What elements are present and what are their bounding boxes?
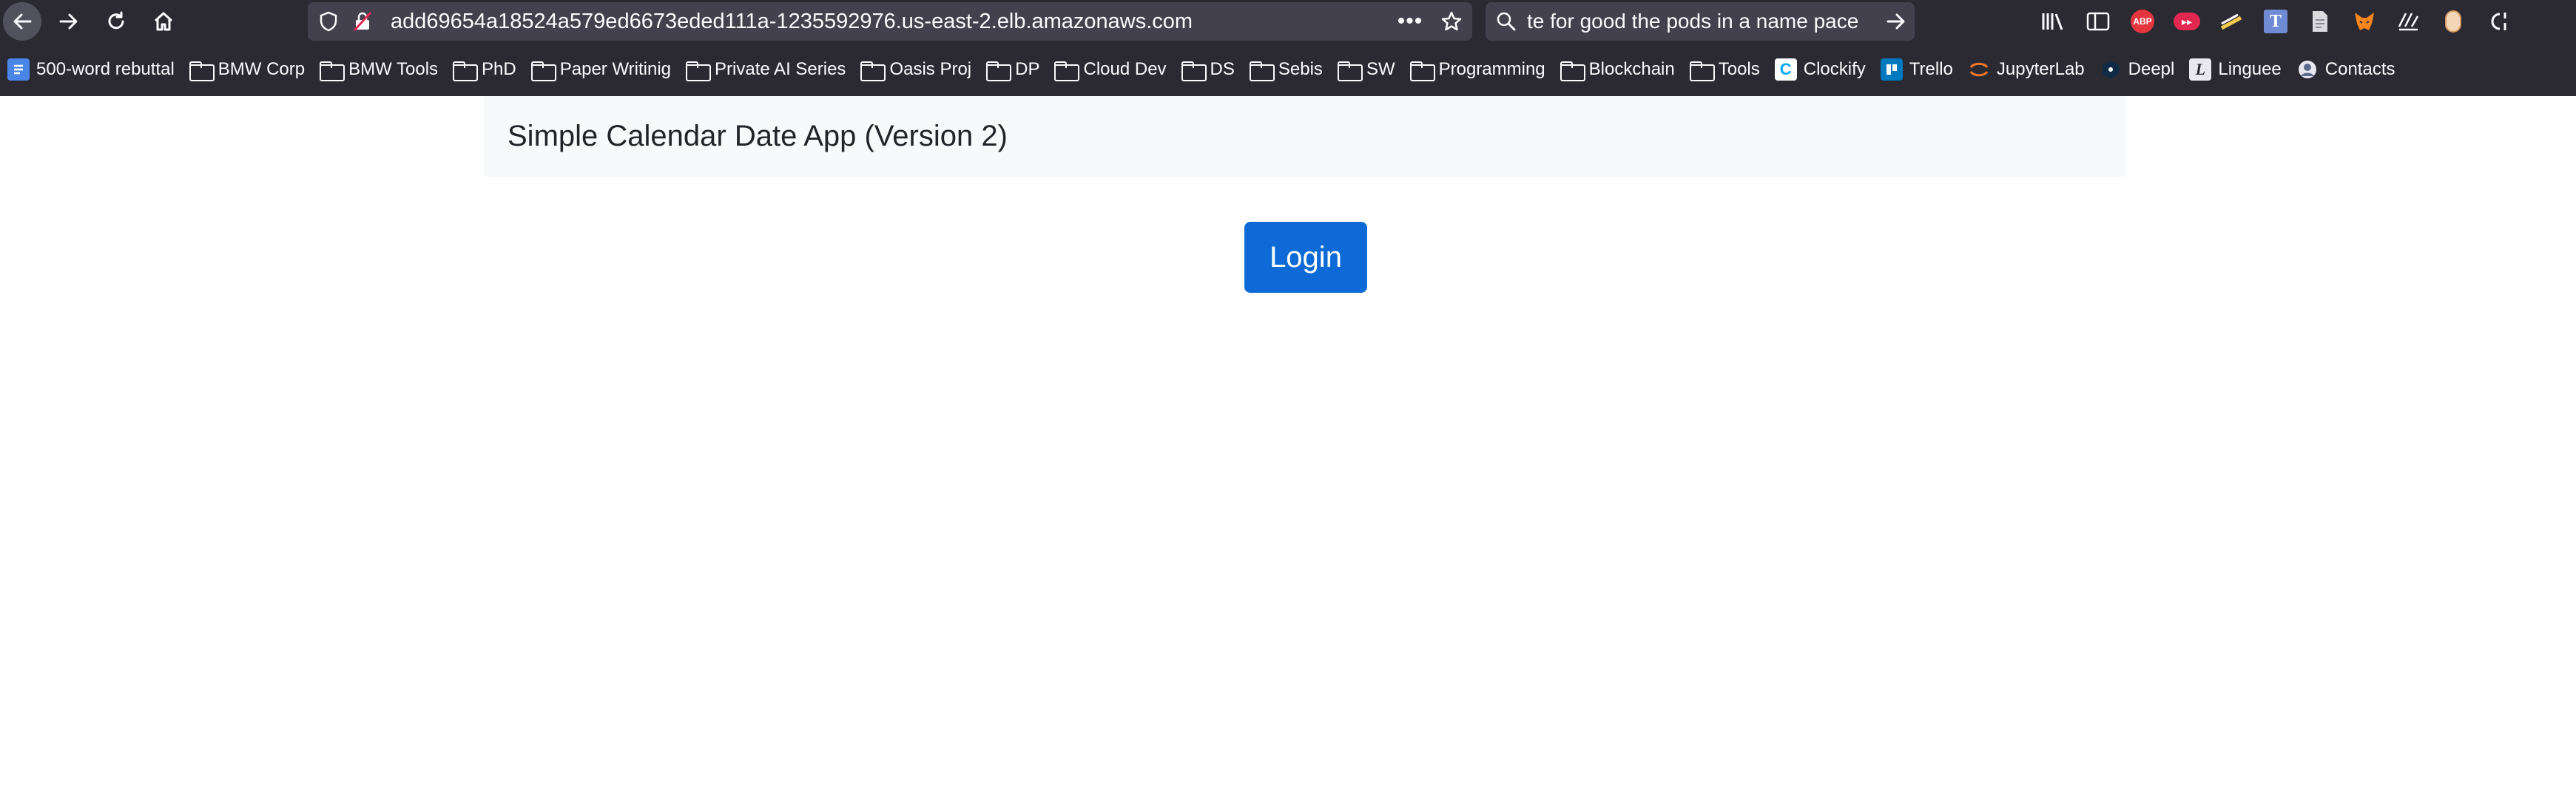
bookmarks-toolbar: 500-word rebuttal BMW Corp BMW Tools PhD… [0, 43, 2576, 96]
search-input[interactable]: te for good the pods in a name pace [1527, 10, 1878, 33]
folder-icon [1689, 61, 1715, 81]
bookmark-folder-paper-writing[interactable]: Paper Writinig [530, 59, 672, 81]
arrow-left-icon [13, 13, 32, 30]
bookmark-folder-bmw-tools[interactable]: BMW Tools [320, 59, 439, 81]
translate-icon[interactable]: T [2258, 4, 2293, 39]
bookmark-folder-sebis[interactable]: Sebis [1249, 59, 1323, 81]
insecure-lock-icon[interactable] [349, 11, 376, 32]
bookmark-label: Linguee [2218, 59, 2282, 79]
bookmark-linguee[interactable]: L Linguee [2189, 58, 2282, 81]
folder-icon [1181, 61, 1207, 81]
extension-c-icon[interactable] [2480, 4, 2515, 39]
jupyter-icon [1968, 58, 1990, 81]
folder-icon [986, 61, 1012, 81]
bookmark-label: Paper Writinig [559, 59, 672, 79]
folder-icon [320, 61, 345, 81]
doc-icon [7, 58, 30, 81]
bookmark-trello[interactable]: Trello [1880, 58, 1953, 81]
shield-icon[interactable] [308, 11, 349, 32]
bookmark-folder-cloud-dev[interactable]: Cloud Dev [1054, 59, 1167, 81]
bookmark-deepl[interactable]: Deepl [2100, 58, 2175, 81]
bookmark-folder-tools[interactable]: Tools [1689, 59, 1760, 81]
bookmark-label: DP [1015, 59, 1040, 79]
bookmark-label: JupyterLab [1996, 59, 2085, 79]
bookmark-folder-oasis-proj[interactable]: Oasis Proj [860, 59, 972, 81]
bookmark-label: Sebis [1278, 59, 1323, 79]
reading-list-icon[interactable] [2391, 4, 2427, 39]
stamp-icon[interactable] [2213, 4, 2249, 39]
bookmark-folder-bmw-corp[interactable]: BMW Corp [189, 59, 306, 81]
folder-icon [189, 61, 215, 81]
star-bookmark-icon[interactable] [1431, 10, 1472, 33]
extension-toolbar: ABP ▸▸ T [2036, 0, 2515, 43]
forward-button[interactable] [47, 0, 90, 43]
go-arrow-icon[interactable] [1878, 10, 1915, 33]
arrow-right-icon [59, 13, 78, 30]
bookmark-500-word-rebuttal[interactable]: 500-word rebuttal [7, 58, 175, 81]
adblock-plus-icon[interactable]: ABP [2125, 4, 2160, 39]
bookmark-folder-programming[interactable]: Programming [1409, 59, 1545, 81]
folder-icon [453, 61, 479, 81]
bookmark-folder-sw[interactable]: SW [1337, 59, 1395, 81]
search-bar[interactable]: te for good the pods in a name pace [1486, 2, 1915, 41]
bookmark-label: Cloud Dev [1083, 59, 1167, 79]
bookmark-label: Programming [1438, 59, 1545, 79]
bookmark-label: SW [1366, 59, 1395, 79]
trello-icon [1880, 58, 1903, 81]
folder-icon [1054, 61, 1080, 81]
deepl-icon [2100, 58, 2122, 81]
bookmark-label: Oasis Proj [889, 59, 972, 79]
bookmark-label: PhD [482, 59, 516, 79]
folder-icon [530, 61, 556, 81]
bookmark-label: Private AI Series [715, 59, 846, 79]
folder-icon [1409, 61, 1435, 81]
bookmark-contacts[interactable]: Contacts [2296, 58, 2395, 81]
document-icon[interactable] [2302, 4, 2338, 39]
bookmark-label: Tools [1718, 59, 1760, 79]
folder-icon [686, 61, 712, 81]
reload-icon [108, 11, 124, 30]
login-button[interactable]: Login [1244, 222, 1367, 293]
bookmark-folder-private-ai-series[interactable]: Private AI Series [686, 59, 846, 81]
bookmark-folder-blockchain[interactable]: Blockchain [1560, 59, 1675, 81]
url-text[interactable]: add69654a18524a579ed6673eded111a-1235592… [391, 10, 1389, 34]
bookmark-label: Clockify [1803, 59, 1866, 79]
folder-icon [860, 61, 886, 81]
bookmark-folder-phd[interactable]: PhD [453, 59, 516, 81]
bookmark-label: BMW Tools [348, 59, 439, 79]
url-bar[interactable]: add69654a18524a579ed6673eded111a-1235592… [308, 2, 1472, 41]
clockify-icon: C [1774, 58, 1797, 81]
bookmark-jupyterlab[interactable]: JupyterLab [1968, 58, 2085, 81]
back-button[interactable] [3, 2, 41, 41]
bookmark-folder-ds[interactable]: DS [1181, 59, 1235, 81]
home-icon [154, 12, 173, 31]
linguee-icon: L [2189, 58, 2212, 81]
page-actions-icon[interactable]: ••• [1389, 9, 1431, 34]
sidebar-icon[interactable] [2080, 4, 2116, 39]
bookmark-label: Blockchain [1588, 59, 1675, 79]
bookmark-label: Contacts [2324, 59, 2395, 79]
user-avatar-icon[interactable] [2435, 4, 2471, 39]
bookmark-folder-dp[interactable]: DP [986, 59, 1040, 81]
bookmark-label: Deepl [2128, 59, 2175, 79]
bookmark-label: 500-word rebuttal [36, 59, 175, 79]
app-navbar: Simple Calendar Date App (Version 2) [484, 96, 2126, 177]
reload-button[interactable] [95, 0, 138, 43]
folder-icon [1337, 61, 1363, 81]
bookmark-label: Trello [1909, 59, 1953, 79]
home-button[interactable] [142, 0, 185, 43]
search-icon [1486, 11, 1527, 32]
folder-icon [1560, 61, 1585, 81]
contacts-icon [2296, 58, 2319, 81]
bookmark-clockify[interactable]: C Clockify [1774, 58, 1866, 81]
app-brand-title[interactable]: Simple Calendar Date App (Version 2) [508, 120, 1008, 153]
folder-icon [1249, 61, 1275, 81]
video-speed-icon[interactable]: ▸▸ [2169, 4, 2205, 39]
library-icon[interactable] [2036, 4, 2071, 39]
bookmark-label: DS [1210, 59, 1235, 79]
metamask-fox-icon[interactable] [2347, 4, 2382, 39]
bookmark-label: BMW Corp [218, 59, 306, 79]
browser-toolbar: add69654a18524a579ed6673eded111a-1235592… [0, 0, 2576, 43]
